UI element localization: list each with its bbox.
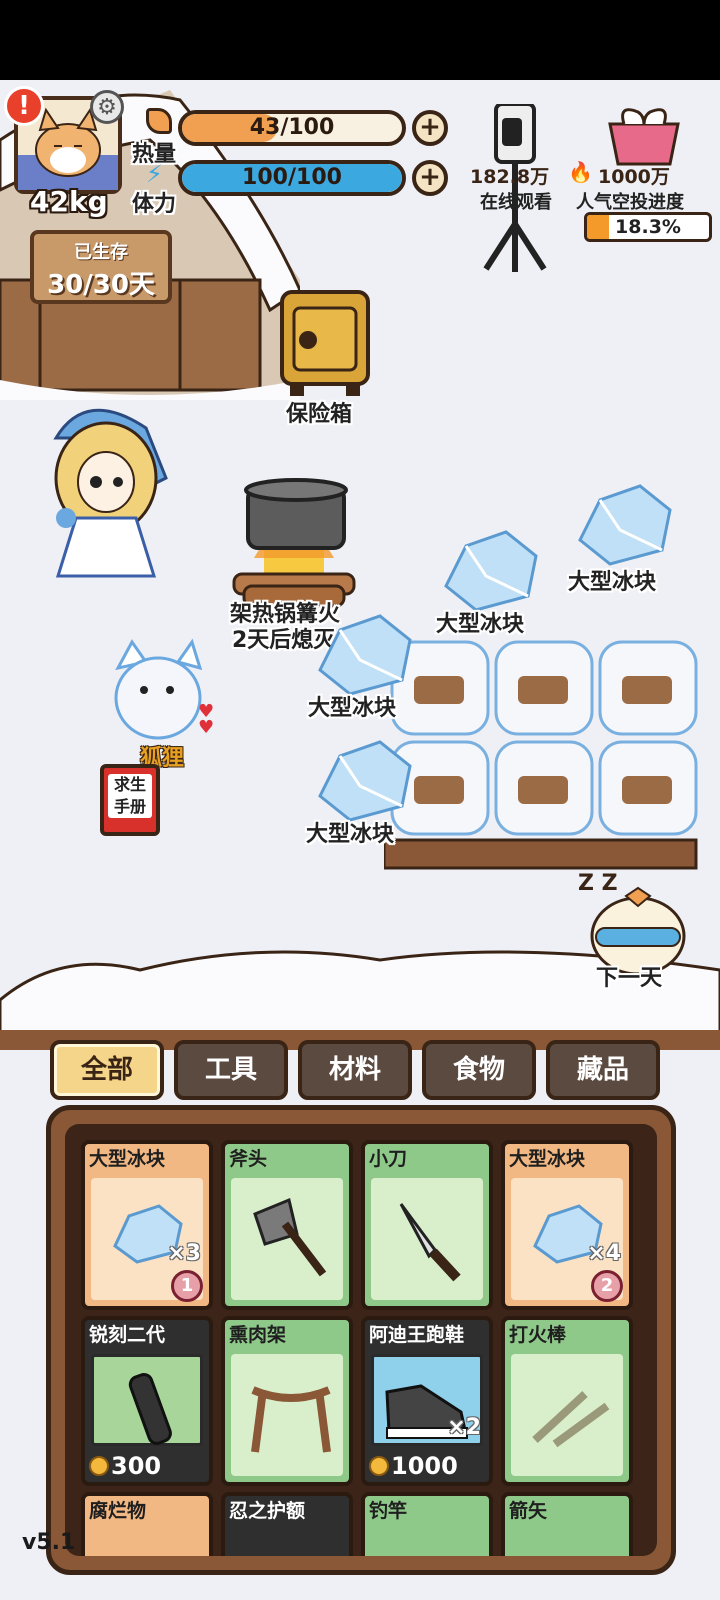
item-count: ×4 bbox=[587, 1241, 621, 1266]
item-name: 腐烂物 bbox=[89, 1500, 147, 1522]
inventory-grid: 大型冰块 ×3 1 斧头 小刀 大型冰块 ×4 2 锐刻二代 300 熏肉架 阿… bbox=[65, 1124, 657, 1556]
system-status-bar bbox=[0, 0, 720, 80]
manual-line2: 手册 bbox=[113, 797, 146, 816]
viewers-label: 在线观看 bbox=[480, 192, 552, 213]
coin-icon bbox=[369, 1456, 389, 1476]
survival-days-sign: 已生存 30/30天 bbox=[30, 230, 172, 304]
item-name: 箭矢 bbox=[509, 1500, 548, 1522]
inventory-item-large-ice[interactable]: 大型冰块 ×3 1 bbox=[81, 1140, 213, 1310]
item-count: ×2 bbox=[447, 1415, 481, 1440]
heat-value: 43/100 bbox=[249, 115, 335, 140]
alarm-clock-badge: 1 bbox=[171, 1270, 203, 1302]
survival-manual-book[interactable]: 求生 手册 bbox=[100, 764, 160, 836]
inventory-item-sneakers[interactable]: 阿迪王跑鞋 ×2 1000 bbox=[361, 1316, 493, 1486]
smoking-rack-icon bbox=[251, 1386, 331, 1453]
item-name: 大型冰块 bbox=[509, 1148, 586, 1170]
tab-tools[interactable]: 工具 bbox=[174, 1040, 288, 1100]
alert-badge[interactable]: ! bbox=[4, 86, 44, 126]
knife-icon bbox=[399, 1203, 461, 1282]
inventory-item-fishing-rod[interactable]: 钓竿 bbox=[361, 1492, 493, 1556]
tab-food[interactable]: 食物 bbox=[422, 1040, 536, 1100]
item-name: 忍之护额 bbox=[229, 1500, 306, 1522]
inventory-item-knife[interactable]: 小刀 bbox=[361, 1140, 493, 1310]
vape-device-icon bbox=[128, 1373, 172, 1445]
ice-block-4[interactable] bbox=[310, 736, 430, 826]
add-heat-button[interactable]: + bbox=[412, 110, 448, 146]
ice-label-3: 大型冰块 bbox=[308, 696, 397, 721]
airdrop-progress-text: 18.3% bbox=[615, 216, 681, 238]
ice-label-1: 大型冰块 bbox=[568, 570, 657, 595]
svg-text:Z Z: Z Z bbox=[578, 871, 618, 896]
tab-all[interactable]: 全部 bbox=[50, 1040, 164, 1100]
item-name: 大型冰块 bbox=[89, 1148, 166, 1170]
tab-materials[interactable]: 材料 bbox=[298, 1040, 412, 1100]
ice-block-3[interactable] bbox=[310, 610, 430, 700]
airdrop-target: 1000万 bbox=[598, 166, 670, 188]
safe-box[interactable] bbox=[278, 288, 372, 400]
inventory-panel: 大型冰块 ×3 1 斧头 小刀 大型冰块 ×4 2 锐刻二代 300 熏肉架 阿… bbox=[46, 1105, 676, 1575]
girl-character[interactable] bbox=[36, 398, 176, 588]
airdrop-progress-bar: 18.3% bbox=[584, 212, 712, 242]
player-weight: 42kg bbox=[30, 185, 108, 218]
next-day-label[interactable]: 下一天 bbox=[596, 960, 662, 992]
tab-collectibles[interactable]: 藏品 bbox=[546, 1040, 660, 1100]
ice-label-2: 大型冰块 bbox=[436, 612, 525, 637]
inventory-item-headband[interactable]: 忍之护额 bbox=[221, 1492, 353, 1556]
item-name: 锐刻二代 bbox=[89, 1324, 166, 1346]
game-scene: ! ⚙ 42kg 热量 43/100 + ⚡ 体力 100/100 + 182.… bbox=[0, 80, 720, 1600]
item-price: 300 bbox=[89, 1452, 161, 1480]
item-name: 斧头 bbox=[229, 1148, 268, 1170]
survival-label: 已生存 bbox=[74, 242, 128, 263]
ice-label-4: 大型冰块 bbox=[306, 822, 395, 847]
ice-block-1[interactable] bbox=[570, 480, 690, 570]
stamina-label: 体力 bbox=[132, 192, 177, 217]
inventory-item-smoking-rack[interactable]: 熏肉架 bbox=[221, 1316, 353, 1486]
stamina-value: 100/100 bbox=[242, 165, 342, 190]
inventory-item-arrows[interactable]: 箭矢 bbox=[501, 1492, 633, 1556]
item-name: 打火棒 bbox=[509, 1324, 567, 1346]
version-label: v5.1 bbox=[22, 1530, 76, 1555]
coin-icon bbox=[89, 1456, 109, 1476]
manual-line1: 求生 bbox=[113, 775, 146, 794]
campfire-pot[interactable] bbox=[224, 478, 364, 608]
snow-crop-plots[interactable] bbox=[384, 636, 704, 876]
ice-block-2[interactable] bbox=[436, 526, 556, 616]
viewer-count: 182.8万 bbox=[470, 166, 550, 188]
inventory-item-rotten[interactable]: 腐烂物 bbox=[81, 1492, 213, 1556]
fire-icon: 🔥 bbox=[568, 160, 593, 184]
heat-icon bbox=[146, 108, 172, 134]
stamina-lightning-icon: ⚡ bbox=[146, 160, 163, 188]
axe-icon bbox=[253, 1197, 327, 1277]
airdrop-label: 人气空投进度 bbox=[576, 192, 684, 213]
inventory-item-large-ice-2[interactable]: 大型冰块 ×4 2 bbox=[501, 1140, 633, 1310]
item-name: 熏肉架 bbox=[229, 1324, 287, 1346]
item-price: 1000 bbox=[369, 1452, 458, 1480]
stamina-bar: 100/100 bbox=[178, 160, 406, 196]
gift-airdrop-icon[interactable] bbox=[604, 104, 684, 168]
add-stamina-button[interactable]: + bbox=[412, 160, 448, 196]
item-name: 阿迪王跑鞋 bbox=[369, 1324, 465, 1346]
inventory-item-axe[interactable]: 斧头 bbox=[221, 1140, 353, 1310]
heat-bar: 43/100 bbox=[178, 110, 406, 146]
survival-days: 30/30天 bbox=[47, 270, 155, 300]
settings-gear-icon[interactable]: ⚙ bbox=[90, 90, 124, 124]
alarm-clock-badge: 2 bbox=[591, 1270, 623, 1302]
heart-icon: ♥ ♥ bbox=[198, 701, 215, 738]
safe-label: 保险箱 bbox=[286, 402, 353, 427]
fire-starter-icon bbox=[532, 1391, 610, 1448]
item-count: ×3 bbox=[167, 1241, 201, 1266]
price-value: 1000 bbox=[391, 1452, 458, 1480]
item-name: 钓竿 bbox=[369, 1500, 408, 1522]
price-value: 300 bbox=[111, 1452, 162, 1480]
inventory-item-fire-starter[interactable]: 打火棒 bbox=[501, 1316, 633, 1486]
item-name: 小刀 bbox=[369, 1148, 408, 1170]
inventory-item-relx[interactable]: 锐刻二代 300 bbox=[81, 1316, 213, 1486]
